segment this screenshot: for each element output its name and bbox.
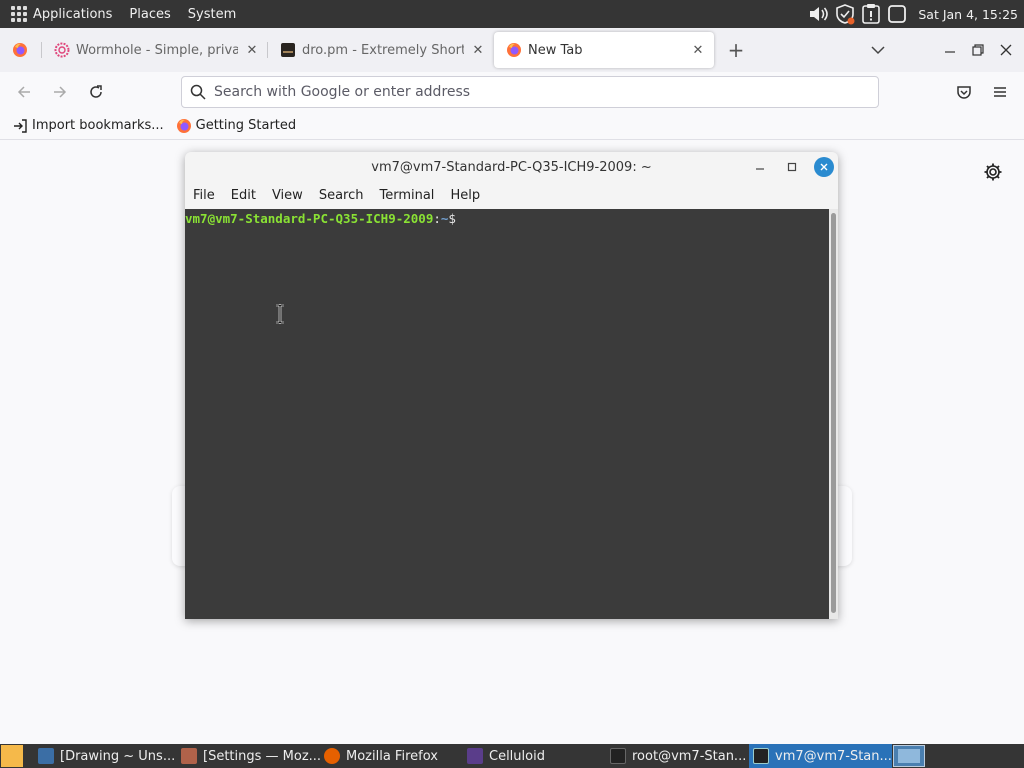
terminal-icon (610, 748, 626, 764)
bookmark-getting-started[interactable]: Getting Started (176, 118, 297, 134)
gear-icon[interactable] (983, 162, 1003, 182)
close-window-icon[interactable] (992, 36, 1020, 64)
menu-search[interactable]: Search (319, 188, 364, 203)
tab-new-tab[interactable]: New Tab ✕ (494, 32, 714, 68)
taskbar-item-label: [Settings — Moz... (203, 748, 320, 764)
firefox-icon (13, 43, 27, 57)
menu-places[interactable]: Places (129, 7, 170, 22)
top-panel: Applications Places System Sat Jan 4, 15… (0, 0, 1024, 28)
menu-file[interactable]: File (193, 188, 215, 203)
firefox-icon (507, 43, 521, 57)
taskbar-item-vm7-terminal[interactable]: vm7@vm7-Stan... (749, 744, 892, 768)
forward-arrow-icon (54, 86, 67, 98)
security-shield-icon[interactable] (834, 3, 856, 25)
terminal-close-icon[interactable] (814, 157, 834, 177)
forward-button[interactable] (46, 78, 74, 106)
terminal-titlebar[interactable]: vm7@vm7-Standard-PC-Q35-ICH9-2009: ~ (185, 152, 838, 182)
menu-help[interactable]: Help (450, 188, 480, 203)
menu-terminal[interactable]: Terminal (379, 188, 434, 203)
menu-view[interactable]: View (272, 188, 303, 203)
taskbar-item-label: vm7@vm7-Stan... (775, 748, 892, 764)
app-menu-button[interactable] (986, 78, 1014, 106)
taskbar-item-label: Celluloid (489, 748, 545, 764)
taskbar-item-label: Mozilla Firefox (346, 748, 438, 764)
bookmarks-toolbar: Import bookmarks... Getting Started (0, 112, 1024, 140)
taskbar-item-celluloid[interactable]: Celluloid (463, 744, 606, 768)
import-icon (12, 118, 28, 134)
taskbar-item-label: [Drawing ~ Uns... (60, 748, 176, 764)
terminal-icon (753, 748, 769, 764)
celluloid-icon (467, 748, 483, 764)
taskbar-item-firefox[interactable]: Mozilla Firefox (320, 744, 463, 768)
dropm-icon (281, 43, 295, 57)
new-tab-button[interactable]: + (720, 34, 752, 66)
tab-strip: Wormhole - Simple, private ✕ dro.pm - Ex… (0, 28, 1024, 72)
bookmark-import[interactable]: Import bookmarks... (12, 118, 164, 134)
firefox-settings-icon (181, 748, 197, 764)
clock[interactable]: Sat Jan 4, 15:25 (918, 7, 1018, 22)
taskbar-item-drawing[interactable]: [Drawing ~ Uns... (34, 744, 177, 768)
terminal-screen[interactable]: vm7@vm7-Standard-PC-Q35-ICH9-2009:~$ (185, 209, 829, 619)
pocket-button[interactable] (950, 78, 978, 106)
tab-title: dro.pm - Extremely Short Li (302, 42, 464, 58)
taskbar-item-settings[interactable]: [Settings — Moz... (177, 744, 320, 768)
bookmark-label: Getting Started (195, 118, 297, 133)
pocket-icon (957, 86, 971, 99)
taskbar: [Drawing ~ Uns... [Settings — Moz... Moz… (0, 744, 1024, 768)
terminal-maximize-icon[interactable] (782, 157, 802, 177)
wormhole-icon (54, 42, 70, 58)
back-arrow-icon (17, 86, 30, 98)
prompt-user: vm7@vm7-Standard-PC-Q35-ICH9-2009 (185, 211, 434, 226)
close-tab-icon[interactable]: ✕ (470, 42, 486, 58)
taskbar-item-label: root@vm7-Stan... (632, 748, 747, 764)
prompt-symbol: $ (448, 211, 456, 226)
text-cursor-icon (276, 304, 284, 324)
restore-icon[interactable] (964, 36, 992, 64)
tab-pinned-firefox[interactable] (0, 32, 42, 68)
list-all-tabs-icon[interactable] (864, 36, 892, 64)
apps-grid-icon[interactable] (11, 6, 27, 22)
reload-icon (90, 85, 102, 98)
menu-applications[interactable]: Applications (33, 7, 112, 22)
tab-title: New Tab (528, 42, 583, 58)
terminal-minimize-icon[interactable] (750, 157, 770, 177)
tab-dropm[interactable]: dro.pm - Extremely Short Li ✕ (268, 32, 494, 68)
window-icon[interactable] (886, 3, 908, 25)
hamburger-menu-icon (994, 87, 1006, 97)
reload-button[interactable] (82, 78, 110, 106)
system-tray: Sat Jan 4, 15:25 (808, 0, 1024, 28)
prompt-separator: : (433, 211, 441, 226)
show-desktop-button[interactable] (1, 745, 23, 767)
tab-wormhole[interactable]: Wormhole - Simple, private ✕ (42, 32, 268, 68)
address-bar[interactable]: Search with Google or enter address (181, 76, 879, 108)
close-tab-icon[interactable]: ✕ (690, 42, 706, 58)
terminal-menubar: File Edit View Search Terminal Help (185, 182, 838, 209)
scrollbar-thumb[interactable] (831, 213, 836, 613)
address-placeholder: Search with Google or enter address (214, 84, 471, 100)
drawing-icon (38, 748, 54, 764)
navigation-toolbar: Search with Google or enter address (0, 72, 1024, 112)
taskbar-item-root-terminal[interactable]: root@vm7-Stan... (606, 744, 749, 768)
search-icon (190, 84, 206, 100)
workspace-switcher[interactable] (893, 745, 925, 767)
firefox-icon (324, 748, 340, 764)
minimize-icon[interactable] (936, 36, 964, 64)
volume-icon[interactable] (808, 3, 830, 25)
terminal-window: vm7@vm7-Standard-PC-Q35-ICH9-2009: ~ Fil… (185, 152, 838, 619)
menu-system[interactable]: System (188, 7, 236, 22)
update-notifier-icon[interactable] (860, 3, 882, 25)
bookmark-label: Import bookmarks... (32, 118, 164, 133)
back-button[interactable] (10, 78, 38, 106)
terminal-title: vm7@vm7-Standard-PC-Q35-ICH9-2009: ~ (371, 159, 652, 175)
terminal-scrollbar[interactable] (829, 209, 838, 619)
menu-edit[interactable]: Edit (231, 188, 256, 203)
close-tab-icon[interactable]: ✕ (244, 42, 260, 58)
tab-title: Wormhole - Simple, private (76, 42, 238, 58)
firefox-icon (176, 118, 192, 134)
